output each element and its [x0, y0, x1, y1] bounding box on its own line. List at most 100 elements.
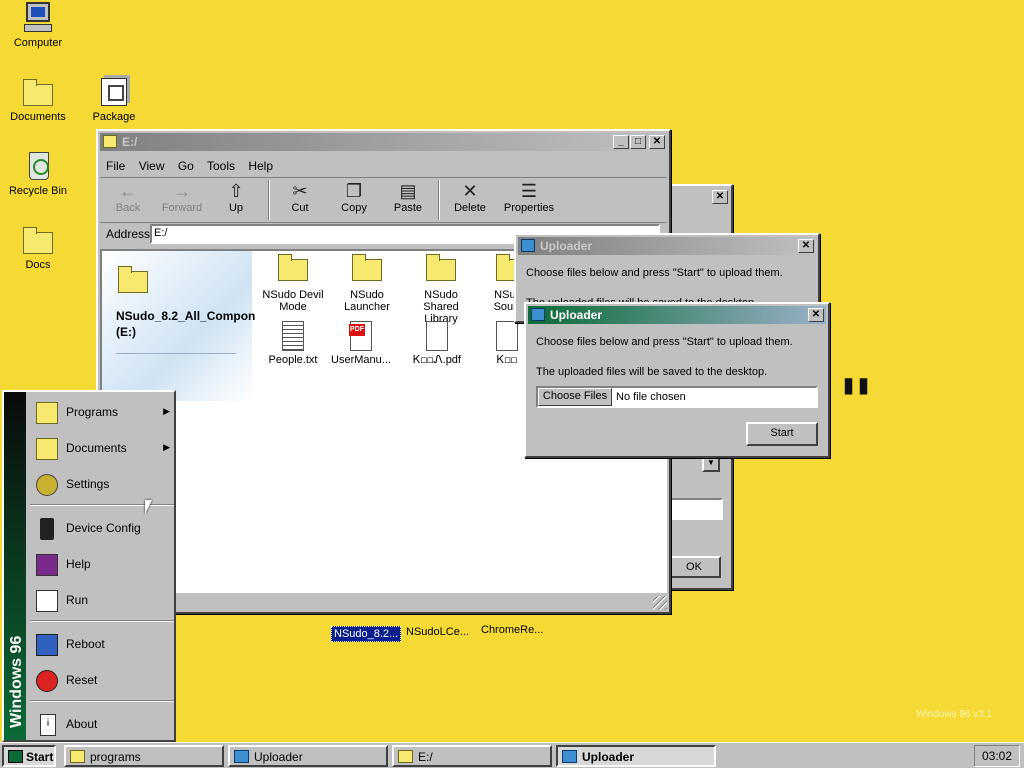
menu-view[interactable]: View — [139, 159, 165, 173]
desktop-icon-package[interactable]: Package — [76, 76, 152, 123]
recycle-bin-icon — [29, 152, 49, 180]
help-book-icon — [36, 554, 58, 576]
taskbar: Start programs Uploader E:/ Uploader 03:… — [0, 742, 1024, 768]
text-field[interactable] — [667, 498, 723, 520]
desktop-icon-nsudo-selected[interactable]: NSudo_8.2... — [331, 626, 402, 642]
uploader-icon — [531, 308, 545, 321]
uploader-save-note: The uploaded files will be saved to the … — [536, 366, 768, 378]
desktop-icon-documents[interactable]: Documents — [0, 76, 76, 123]
resize-grip-icon[interactable] — [653, 596, 667, 610]
file-item[interactable]: NSudo Devil Mode — [258, 254, 328, 313]
folder-icon — [103, 135, 117, 148]
menu-item-device-config[interactable]: Device Config — [30, 512, 174, 544]
start-menu-banner: Windows 96 — [4, 392, 26, 740]
task-uploader[interactable]: Uploader — [228, 745, 388, 767]
uploader-back-line1: Choose files below and press "Start" to … — [526, 267, 783, 279]
start-menu: Windows 96 Programs ▶ Documents ▶ Settings… — [2, 390, 176, 742]
back-arrow-icon: ← — [119, 181, 137, 201]
copy-icon: ❐ — [345, 181, 363, 201]
task-programs[interactable]: programs — [64, 745, 224, 767]
properties-button[interactable]: ☰ Properties — [498, 180, 560, 214]
uploader-icon — [234, 750, 249, 763]
uploader-instructions: Choose files below and press "Start" to … — [536, 336, 793, 348]
text-file-icon — [282, 321, 304, 351]
desktop-icon-label: NSudoLCe... — [406, 626, 469, 638]
file-item[interactable]: People.txt — [258, 321, 328, 366]
file-item[interactable]: NSudo Shared Library — [406, 254, 476, 325]
submenu-arrow-icon: ▶ — [163, 442, 170, 452]
file-item[interactable]: Ꮶ◻◻Ꮑ.pdf — [402, 321, 472, 366]
scissors-icon: ✂ — [292, 181, 308, 201]
paste-button[interactable]: ▤ Paste — [382, 180, 434, 214]
menu-item-reboot[interactable]: Reboot — [30, 628, 174, 660]
mouse-cursor-icon — [145, 500, 152, 514]
cut-button[interactable]: ✂ Cut — [274, 180, 326, 214]
forward-button[interactable]: → Forward — [156, 180, 208, 214]
desktop-icon-computer[interactable]: Computer — [0, 2, 76, 49]
document-icon — [496, 321, 518, 351]
menu-item-documents[interactable]: Documents ▶ — [30, 432, 174, 464]
ok-button[interactable]: OK — [667, 556, 721, 578]
computer-icon — [26, 2, 50, 22]
menu-file[interactable]: File — [106, 159, 125, 173]
close-icon[interactable]: ✕ — [712, 190, 728, 204]
minimize-button[interactable]: _ — [613, 135, 629, 149]
forward-arrow-icon: → — [173, 181, 191, 201]
start-button[interactable]: Start — [2, 745, 56, 767]
menu-go[interactable]: Go — [178, 159, 194, 173]
documents-folder-icon — [36, 438, 58, 460]
close-button[interactable]: ✕ — [808, 308, 824, 322]
start-upload-button[interactable]: Start — [746, 422, 818, 446]
file-status: No file chosen — [616, 391, 686, 403]
menu-item-run[interactable]: Run — [30, 584, 174, 616]
desktop-icon-label: Recycle Bin — [8, 185, 68, 197]
start-logo-icon — [8, 750, 23, 763]
desktop-icon-chromere[interactable]: ChromeRe... — [481, 624, 543, 636]
task-explorer[interactable]: E:/ — [392, 745, 552, 767]
menu-item-programs[interactable]: Programs ▶ — [30, 396, 174, 428]
about-info-icon: i — [40, 714, 56, 736]
system-clock: 03:02 — [974, 745, 1020, 767]
settings-gear-icon — [36, 474, 58, 496]
copy-button[interactable]: ❐ Copy — [328, 180, 380, 214]
desktop-icon-label: ChromeRe... — [481, 624, 544, 636]
decorative-glyph: " — [838, 367, 875, 437]
uploader-icon — [521, 239, 535, 252]
pdf-file-icon: PDF — [349, 321, 372, 351]
up-button[interactable]: ⇧ Up — [210, 180, 262, 214]
panel-subtitle: (E:) — [116, 325, 136, 339]
menu-item-settings[interactable]: Settings — [30, 468, 174, 500]
close-button[interactable]: ✕ — [649, 135, 665, 149]
file-input[interactable]: Choose Files No file chosen — [536, 386, 818, 408]
explorer-titlebar[interactable]: E:/ _ □ ✕ — [100, 133, 667, 151]
folder-icon — [352, 254, 382, 281]
delete-x-icon: ✕ — [462, 181, 478, 201]
desktop-watermark: Windows 96 v3.1 — [916, 709, 993, 720]
delete-button[interactable]: ✕ Delete — [444, 180, 496, 214]
desktop-icon-recycle-bin[interactable]: Recycle Bin — [0, 150, 76, 197]
uploader-back-titlebar[interactable]: Uploader ✕ — [518, 237, 816, 255]
menu-item-reset[interactable]: Reset — [30, 664, 174, 696]
uploader-icon — [562, 750, 577, 763]
close-button[interactable]: ✕ — [798, 239, 814, 253]
properties-icon: ☰ — [520, 181, 538, 201]
choose-files-button[interactable]: Choose Files — [538, 388, 612, 406]
programs-icon — [36, 402, 58, 424]
menu-item-help[interactable]: Help — [30, 548, 174, 580]
folder-info-panel: NSudo_8.2_All_Compon (E:) — [102, 251, 256, 401]
task-uploader-active[interactable]: Uploader — [556, 745, 716, 767]
menu-tools[interactable]: Tools — [207, 159, 235, 173]
desktop-icon-nsudolce[interactable]: NSudoLCe... — [406, 626, 469, 638]
panel-divider — [116, 353, 236, 354]
back-button[interactable]: ← Back — [102, 180, 154, 214]
menu-help[interactable]: Help — [248, 159, 273, 173]
reboot-icon — [36, 634, 58, 656]
file-item[interactable]: PDF UserManu... — [326, 321, 396, 366]
uploader-titlebar[interactable]: Uploader ✕ — [528, 306, 826, 324]
desktop-icon-docs[interactable]: Docs — [0, 224, 76, 271]
file-item[interactable]: NSudo Launcher — [332, 254, 402, 313]
menu-item-about[interactable]: i About — [30, 708, 174, 740]
maximize-button[interactable]: □ — [630, 135, 646, 149]
menu-bar: File View Go Tools Help — [106, 159, 273, 173]
panel-title: NSudo_8.2_All_Compon — [116, 309, 256, 323]
